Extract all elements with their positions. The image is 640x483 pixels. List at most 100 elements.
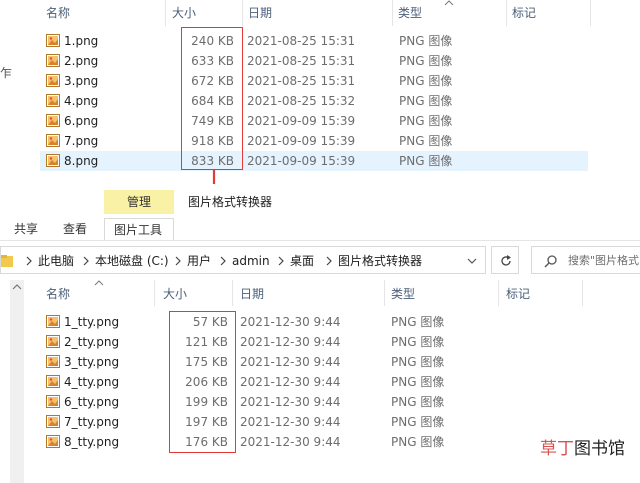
ribbon-divider: [0, 240, 640, 241]
column-header-name[interactable]: 名称: [46, 0, 156, 26]
png-image-icon: [46, 395, 60, 408]
column-divider[interactable]: [165, 0, 166, 26]
address-input[interactable]: 此电脑 本地磁盘 (C:) 用户 admin 桌面 图片格式转换器: [0, 246, 486, 274]
file-name: 6.png: [64, 114, 99, 128]
file-type: PNG 图像: [391, 395, 445, 409]
column-header-type[interactable]: 类型: [391, 284, 491, 304]
column-divider[interactable]: [582, 280, 583, 306]
file-date: 2021-08-25 15:31: [247, 54, 356, 68]
breadcrumb-item[interactable]: 本地磁盘 (C:): [95, 253, 169, 269]
column-header-type-label: 类型: [391, 287, 416, 301]
png-image-icon: [46, 315, 60, 328]
sort-up-icon: [94, 280, 104, 286]
ribbon: 管理 图片格式转换器 共享 查看 图片工具: [0, 184, 640, 242]
sort-up-icon: [444, 0, 454, 6]
file-date: 2021-09-09 15:39: [247, 134, 356, 148]
file-name: 1_tty.png: [64, 315, 120, 329]
watermark: 草丁图书馆: [540, 437, 625, 461]
table-row[interactable]: 7_tty.png 197 KB 2021-12-30 9:44 PNG 图像: [42, 412, 522, 432]
table-row[interactable]: 2.png 633 KB 2021-08-25 15:31 PNG 图像: [40, 51, 588, 71]
column-divider[interactable]: [154, 280, 155, 306]
table-row[interactable]: 3_tty.png 175 KB 2021-12-30 9:44 PNG 图像: [42, 352, 522, 372]
file-date: 2021-12-30 9:44: [240, 415, 341, 429]
table-row[interactable]: 6.png 749 KB 2021-09-09 15:39 PNG 图像: [40, 111, 588, 131]
file-name: 1.png: [64, 34, 99, 48]
file-type: PNG 图像: [391, 435, 445, 449]
column-divider[interactable]: [384, 280, 385, 306]
context-tab-manage[interactable]: 管理: [104, 190, 174, 214]
file-date: 2021-08-25 15:32: [247, 94, 356, 108]
chevron-right-icon[interactable]: [220, 256, 226, 266]
column-header-size[interactable]: 大小: [172, 0, 232, 26]
tab-share[interactable]: 共享: [14, 218, 38, 240]
column-header-size-label: 大小: [172, 6, 197, 20]
table-row[interactable]: 4_tty.png 206 KB 2021-12-30 9:44 PNG 图像: [42, 372, 522, 392]
chevron-right-icon[interactable]: [175, 256, 181, 266]
tab-share-label: 共享: [14, 222, 39, 236]
png-image-icon: [46, 355, 60, 368]
table-row[interactable]: 8_tty.png 176 KB 2021-12-30 9:44 PNG 图像: [42, 432, 522, 452]
column-divider[interactable]: [506, 0, 507, 26]
refresh-button[interactable]: [491, 246, 519, 274]
breadcrumb-item[interactable]: 用户: [187, 253, 211, 269]
column-header-date[interactable]: 日期: [248, 0, 388, 26]
address-bar: 此电脑 本地磁盘 (C:) 用户 admin 桌面 图片格式转换器 搜索"图片格式: [0, 246, 640, 276]
table-row[interactable]: 1.png 240 KB 2021-08-25 15:31 PNG 图像: [40, 31, 588, 51]
table-row[interactable]: 1_tty.png 57 KB 2021-12-30 9:44 PNG 图像: [42, 312, 522, 332]
chevron-right-icon[interactable]: [83, 256, 89, 266]
png-image-icon: [46, 54, 60, 67]
column-header-tags[interactable]: 标记: [506, 284, 566, 304]
png-image-icon: [46, 74, 60, 87]
file-type: PNG 图像: [399, 154, 453, 168]
column-divider[interactable]: [590, 0, 591, 26]
scrollbar[interactable]: [10, 280, 24, 483]
column-header-tags[interactable]: 标记: [512, 0, 572, 26]
chevron-down-icon[interactable]: [467, 257, 477, 265]
file-name: 7_tty.png: [64, 415, 120, 429]
column-divider[interactable]: [232, 280, 233, 306]
table-row[interactable]: 8.png 833 KB 2021-09-09 15:39 PNG 图像: [40, 151, 588, 171]
tab-picture-tools[interactable]: 图片工具: [104, 218, 174, 240]
column-header-size-label: 大小: [163, 287, 188, 301]
file-name: 3.png: [64, 74, 99, 88]
size-highlight-box: [181, 27, 243, 170]
file-type: PNG 图像: [399, 114, 453, 128]
chevron-right-icon[interactable]: [278, 256, 284, 266]
scroll-up-icon[interactable]: [12, 284, 22, 290]
breadcrumb-item[interactable]: admin: [232, 253, 270, 269]
table-row[interactable]: 6_tty.png 199 KB 2021-12-30 9:44 PNG 图像: [42, 392, 522, 412]
tab-view-label: 查看: [63, 222, 88, 236]
file-date: 2021-12-30 9:44: [240, 355, 341, 369]
png-image-icon: [46, 375, 60, 388]
size-highlight-box: [169, 311, 236, 453]
chevron-right-icon[interactable]: [326, 256, 332, 266]
file-date: 2021-12-30 9:44: [240, 435, 341, 449]
png-image-icon: [46, 34, 60, 47]
explorer-window: 管理 图片格式转换器 共享 查看 图片工具 此电脑 本地磁盘 (C:) 用户 admi…: [0, 184, 640, 483]
column-header-size[interactable]: 大小: [163, 284, 223, 304]
context-tab-manage-label: 管理: [126, 195, 151, 209]
search-input[interactable]: 搜索"图片格式: [531, 246, 640, 274]
table-row[interactable]: 2_tty.png 121 KB 2021-12-30 9:44 PNG 图像: [42, 332, 522, 352]
breadcrumb-item[interactable]: 桌面: [290, 253, 314, 269]
folder-icon: [1, 255, 13, 267]
png-image-icon: [46, 435, 60, 448]
png-image-icon: [46, 335, 60, 348]
column-header-date-label: 日期: [248, 6, 273, 20]
png-image-icon: [46, 134, 60, 147]
breadcrumb-item[interactable]: 图片格式转换器: [338, 253, 422, 269]
file-type: PNG 图像: [391, 335, 445, 349]
table-row[interactable]: 4.png 684 KB 2021-08-25 15:32 PNG 图像: [40, 91, 588, 111]
column-header-date[interactable]: 日期: [240, 284, 380, 304]
tab-view[interactable]: 查看: [63, 218, 87, 240]
table-row[interactable]: 3.png 672 KB 2021-08-25 15:31 PNG 图像: [40, 71, 588, 91]
table-row[interactable]: 7.png 918 KB 2021-09-09 15:39 PNG 图像: [40, 131, 588, 151]
column-divider[interactable]: [242, 0, 243, 26]
breadcrumb-item[interactable]: 此电脑: [38, 253, 74, 269]
column-header-name-label: 名称: [46, 287, 71, 301]
column-divider[interactable]: [392, 0, 393, 26]
chevron-right-icon[interactable]: [26, 256, 32, 266]
column-header-name[interactable]: 名称: [46, 284, 146, 304]
column-divider[interactable]: [498, 280, 499, 306]
file-name: 4.png: [64, 94, 99, 108]
